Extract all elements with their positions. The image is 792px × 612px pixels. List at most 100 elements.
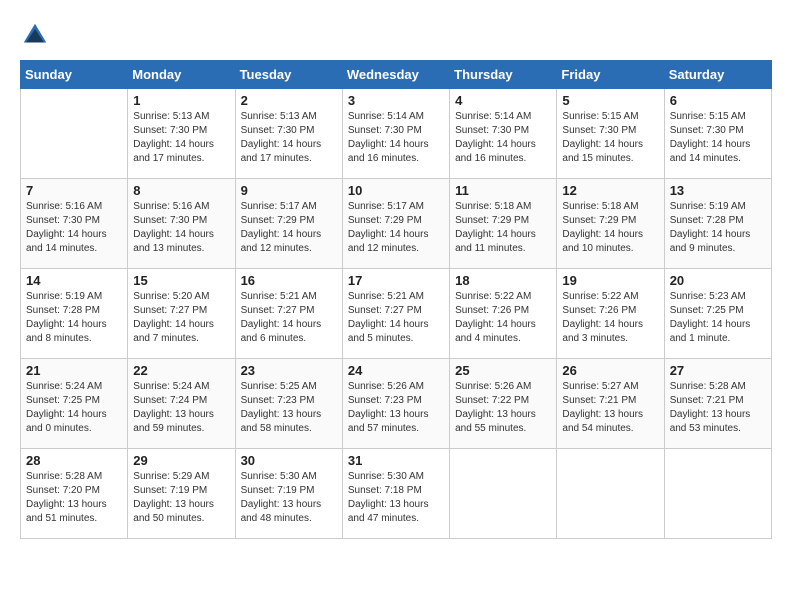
calendar-cell: 9Sunrise: 5:17 AMSunset: 7:29 PMDaylight… [235,179,342,269]
day-number: 23 [241,363,337,378]
calendar-cell: 2 Sunrise: 5:13 AMSunset: 7:30 PMDaylight… [235,89,342,179]
day-number: 5 [562,93,658,108]
cell-info: Sunrise: 5:30 AMSunset: 7:19 PMDaylight:… [241,470,337,526]
day-number: 28 [26,453,122,468]
calendar-cell: 10 Sunrise: 5:17 AMSunset: 7:29 PMDayligh… [342,179,449,269]
cell-info: Sunrise: 5:19 AMSunset: 7:28 PMDaylight:… [670,200,766,256]
cell-info: Sunrise: 5:17 AMSunset: 7:29 PMDaylight:… [348,200,444,256]
day-number: 25 [455,363,551,378]
cell-info: Sunrise: 5:23 AMSunset: 7:25 PMDaylight:… [670,290,766,346]
cell-info: Sunrise: 5:26 AMSunset: 7:23 PMDaylight:… [348,380,444,436]
calendar-cell: 15Sunrise: 5:20 AMSunset: 7:27 PMDayligh… [128,269,235,359]
weekday-header-friday: Friday [557,61,664,89]
weekday-header-thursday: Thursday [450,61,557,89]
day-number: 31 [348,453,444,468]
cell-info: Sunrise: 5:26 AMSunset: 7:22 PMDaylight:… [455,380,551,436]
cell-info: Sunrise: 5:20 AMSunset: 7:27 PMDaylight:… [133,290,229,346]
week-row-4: 21 Sunrise: 5:24 AMSunset: 7:25 PMDayligh… [21,359,772,449]
logo [20,20,54,50]
day-number: 6 [670,93,766,108]
day-number: 19 [562,273,658,288]
logo-icon [20,20,50,50]
cell-info: Sunrise: 5:24 AMSunset: 7:24 PMDaylight:… [133,380,229,436]
cell-info: Sunrise: 5:24 AMSunset: 7:25 PMDaylight:… [26,380,122,436]
day-number: 30 [241,453,337,468]
calendar-cell: 21 Sunrise: 5:24 AMSunset: 7:25 PMDayligh… [21,359,128,449]
day-number: 3 [348,93,444,108]
calendar-cell: 29 Sunrise: 5:29 AMSunset: 7:19 PMDayligh… [128,449,235,539]
calendar-cell: 28Sunrise: 5:28 AMSunset: 7:20 PMDayligh… [21,449,128,539]
cell-info: Sunrise: 5:29 AMSunset: 7:19 PMDaylight:… [133,470,229,526]
day-number: 13 [670,183,766,198]
calendar-cell: 6 Sunrise: 5:15 AMSunset: 7:30 PMDaylight… [664,89,771,179]
calendar-cell [664,449,771,539]
weekday-header-wednesday: Wednesday [342,61,449,89]
day-number: 16 [241,273,337,288]
cell-info: Sunrise: 5:15 AMSunset: 7:30 PMDaylight:… [562,110,658,166]
day-number: 2 [241,93,337,108]
cell-info: Sunrise: 5:28 AMSunset: 7:21 PMDaylight:… [670,380,766,436]
cell-info: Sunrise: 5:30 AMSunset: 7:18 PMDaylight:… [348,470,444,526]
calendar-cell: 26Sunrise: 5:27 AMSunset: 7:21 PMDayligh… [557,359,664,449]
day-number: 14 [26,273,122,288]
cell-info: Sunrise: 5:21 AMSunset: 7:27 PMDaylight:… [348,290,444,346]
calendar-cell: 30 Sunrise: 5:30 AMSunset: 7:19 PMDayligh… [235,449,342,539]
cell-info: Sunrise: 5:25 AMSunset: 7:23 PMDaylight:… [241,380,337,436]
cell-info: Sunrise: 5:14 AMSunset: 7:30 PMDaylight:… [348,110,444,166]
week-row-3: 14 Sunrise: 5:19 AMSunset: 7:28 PMDayligh… [21,269,772,359]
cell-info: Sunrise: 5:13 AMSunset: 7:30 PMDaylight:… [241,110,337,166]
calendar-cell: 20 Sunrise: 5:23 AMSunset: 7:25 PMDayligh… [664,269,771,359]
calendar-cell: 12 Sunrise: 5:18 AMSunset: 7:29 PMDayligh… [557,179,664,269]
day-number: 27 [670,363,766,378]
day-number: 22 [133,363,229,378]
cell-info: Sunrise: 5:17 AMSunset: 7:29 PMDaylight:… [241,200,337,256]
weekday-header-sunday: Sunday [21,61,128,89]
calendar-cell: 27 Sunrise: 5:28 AMSunset: 7:21 PMDayligh… [664,359,771,449]
calendar-cell: 11 Sunrise: 5:18 AMSunset: 7:29 PMDayligh… [450,179,557,269]
cell-info: Sunrise: 5:13 AMSunset: 7:30 PMDaylight:… [133,110,229,166]
cell-info: Sunrise: 5:21 AMSunset: 7:27 PMDaylight:… [241,290,337,346]
calendar-cell: 18 Sunrise: 5:22 AMSunset: 7:26 PMDayligh… [450,269,557,359]
calendar-cell: 31 Sunrise: 5:30 AMSunset: 7:18 PMDayligh… [342,449,449,539]
calendar-cell: 8 Sunrise: 5:16 AMSunset: 7:30 PMDaylight… [128,179,235,269]
calendar-cell: 4Sunrise: 5:14 AMSunset: 7:30 PMDaylight… [450,89,557,179]
day-number: 21 [26,363,122,378]
cell-info: Sunrise: 5:16 AMSunset: 7:30 PMDaylight:… [133,200,229,256]
calendar-cell [21,89,128,179]
day-number: 4 [455,93,551,108]
day-number: 10 [348,183,444,198]
day-number: 1 [133,93,229,108]
day-number: 29 [133,453,229,468]
calendar-cell: 17Sunrise: 5:21 AMSunset: 7:27 PMDayligh… [342,269,449,359]
cell-info: Sunrise: 5:19 AMSunset: 7:28 PMDaylight:… [26,290,122,346]
cell-info: Sunrise: 5:22 AMSunset: 7:26 PMDaylight:… [562,290,658,346]
calendar-cell [450,449,557,539]
day-number: 20 [670,273,766,288]
calendar-cell: 23 Sunrise: 5:25 AMSunset: 7:23 PMDayligh… [235,359,342,449]
calendar-cell: 14 Sunrise: 5:19 AMSunset: 7:28 PMDayligh… [21,269,128,359]
calendar-cell: 24 Sunrise: 5:26 AMSunset: 7:23 PMDayligh… [342,359,449,449]
calendar-cell: 16 Sunrise: 5:21 AMSunset: 7:27 PMDayligh… [235,269,342,359]
page-header [20,20,772,50]
cell-info: Sunrise: 5:18 AMSunset: 7:29 PMDaylight:… [562,200,658,256]
cell-info: Sunrise: 5:22 AMSunset: 7:26 PMDaylight:… [455,290,551,346]
day-number: 8 [133,183,229,198]
calendar-cell: 13 Sunrise: 5:19 AMSunset: 7:28 PMDayligh… [664,179,771,269]
calendar-cell: 3 Sunrise: 5:14 AMSunset: 7:30 PMDaylight… [342,89,449,179]
day-number: 11 [455,183,551,198]
weekday-header-tuesday: Tuesday [235,61,342,89]
calendar-cell: 1 Sunrise: 5:13 AMSunset: 7:30 PMDaylight… [128,89,235,179]
calendar-table: SundayMondayTuesdayWednesdayThursdayFrid… [20,60,772,539]
cell-info: Sunrise: 5:16 AMSunset: 7:30 PMDaylight:… [26,200,122,256]
weekday-header-monday: Monday [128,61,235,89]
day-number: 18 [455,273,551,288]
calendar-cell: 25 Sunrise: 5:26 AMSunset: 7:22 PMDayligh… [450,359,557,449]
cell-info: Sunrise: 5:15 AMSunset: 7:30 PMDaylight:… [670,110,766,166]
week-row-5: 28Sunrise: 5:28 AMSunset: 7:20 PMDayligh… [21,449,772,539]
cell-info: Sunrise: 5:18 AMSunset: 7:29 PMDaylight:… [455,200,551,256]
calendar-cell: 5 Sunrise: 5:15 AMSunset: 7:30 PMDaylight… [557,89,664,179]
day-number: 12 [562,183,658,198]
week-row-1: 1 Sunrise: 5:13 AMSunset: 7:30 PMDaylight… [21,89,772,179]
calendar-cell [557,449,664,539]
day-number: 24 [348,363,444,378]
